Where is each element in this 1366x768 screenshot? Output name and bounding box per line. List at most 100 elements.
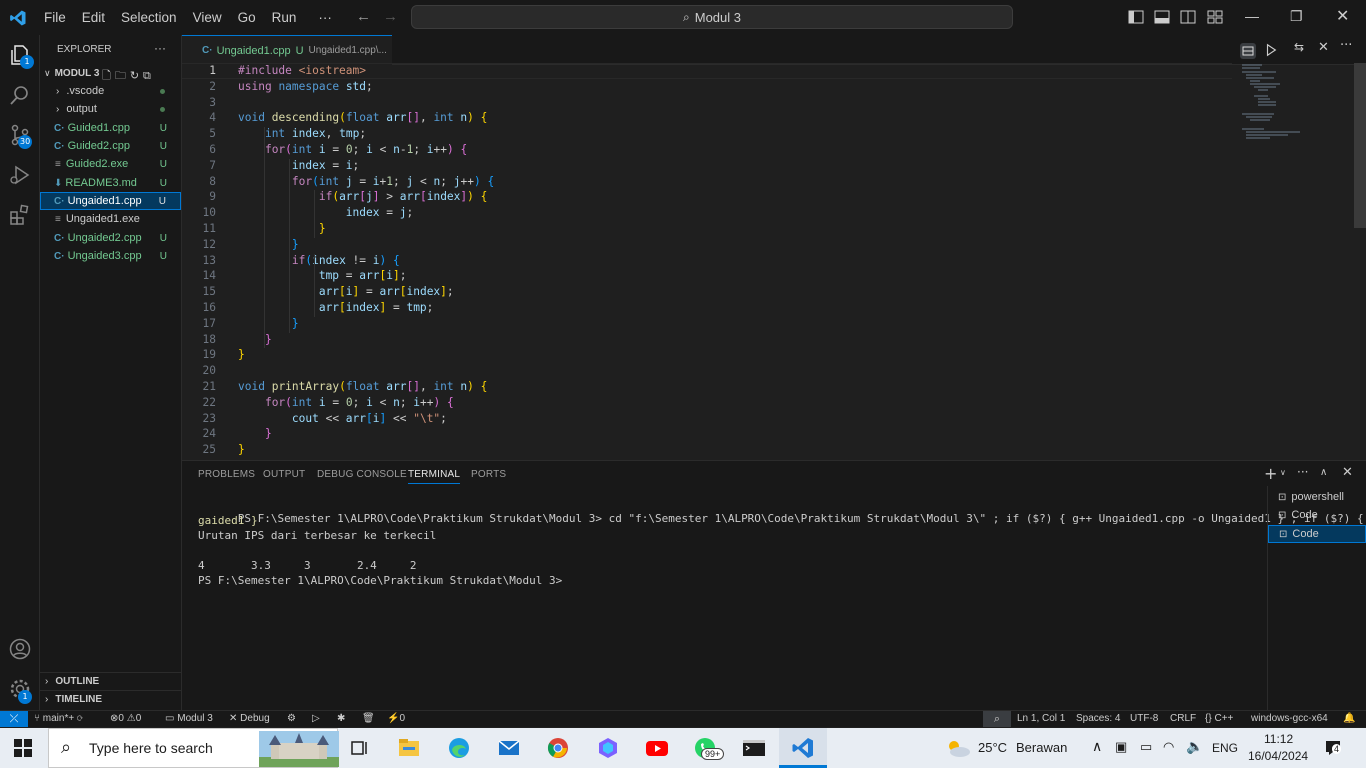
debug-status[interactable]: ✕ Debug bbox=[229, 713, 270, 724]
menu-edit[interactable]: Edit bbox=[74, 10, 113, 25]
list-item[interactable]: C· Ungaided2.cpp U bbox=[40, 229, 181, 247]
account-icon[interactable] bbox=[8, 637, 32, 661]
edge-browser-icon[interactable] bbox=[447, 736, 471, 760]
menu-run[interactable]: Run bbox=[264, 10, 305, 25]
compare-changes-icon[interactable]: ⇆ bbox=[1294, 40, 1304, 54]
extensions-icon[interactable] bbox=[8, 203, 32, 227]
menu-file[interactable]: File bbox=[36, 10, 74, 25]
explorer-more-button[interactable]: ··· bbox=[154, 41, 166, 55]
back-arrow-icon[interactable]: ← bbox=[356, 8, 371, 25]
cpp-config[interactable]: windows-gcc-x64 bbox=[1251, 713, 1328, 724]
close-panel-icon[interactable]: ✕ bbox=[1342, 465, 1353, 480]
show-hidden-icons-chevron-up-icon[interactable]: ∧ bbox=[1092, 738, 1102, 755]
list-item[interactable]: › .vscode bbox=[40, 82, 181, 100]
debug-bug-icon[interactable]: ✱ bbox=[337, 713, 345, 724]
cursor-position[interactable]: Ln 1, Col 1 bbox=[1017, 713, 1065, 724]
list-item[interactable]: ≡ Ungaided1.exe bbox=[40, 210, 181, 228]
weather-cloudy-icon[interactable] bbox=[944, 738, 972, 758]
run-icon[interactable]: ▷ bbox=[312, 713, 320, 724]
cpp-file-icon: C· bbox=[202, 45, 213, 56]
toggle-secondary-sidebar-icon[interactable] bbox=[1180, 9, 1196, 25]
folder-header[interactable]: ∨ MODUL 3 🗋🗀↻⧉ bbox=[40, 64, 181, 83]
tab-ungaided1-cpp[interactable]: C· Ungaided1.cpp U Ungaided1.cpp\... bbox=[182, 35, 392, 65]
task-view-icon[interactable] bbox=[348, 736, 372, 760]
volume-icon[interactable]: 🔈 bbox=[1186, 738, 1203, 755]
tab-debug-console[interactable]: DEBUG CONSOLE bbox=[317, 469, 407, 480]
file-explorer-icon[interactable] bbox=[397, 736, 421, 760]
tab-problems[interactable]: PROBLEMS bbox=[198, 469, 255, 480]
terminal-list-item-selected[interactable]: ⊡ Code bbox=[1268, 525, 1366, 543]
minimize-icon[interactable]: — bbox=[1245, 8, 1259, 24]
menu-go[interactable]: Go bbox=[230, 10, 264, 25]
timeline-section-header[interactable]: › TIMELINE bbox=[40, 690, 181, 708]
customize-layout-icon[interactable] bbox=[1207, 9, 1223, 25]
menu-view[interactable]: View bbox=[185, 10, 230, 25]
list-item[interactable]: ≡ Guided2.exe U bbox=[40, 155, 181, 173]
indentation[interactable]: Spaces: 4 bbox=[1076, 713, 1120, 724]
tab-output[interactable]: OUTPUT bbox=[263, 469, 305, 480]
encoding[interactable]: UTF-8 bbox=[1130, 713, 1158, 724]
terminal-dropdown-icon[interactable]: ∨ bbox=[1280, 468, 1286, 477]
minimap[interactable] bbox=[1240, 63, 1350, 143]
remote-icon[interactable]: ⤫ bbox=[0, 711, 28, 727]
notifications-bell-icon[interactable]: 🔔 bbox=[1343, 713, 1355, 724]
notification-center-icon[interactable]: 4 bbox=[1324, 739, 1342, 757]
command-prompt-icon[interactable] bbox=[742, 736, 766, 760]
tab-terminal[interactable]: TERMINAL bbox=[408, 469, 461, 484]
weather-temp[interactable]: 25°C bbox=[978, 740, 1007, 755]
git-branch[interactable]: ⑂ main*+ ⟳ bbox=[34, 713, 83, 724]
trash-icon[interactable]: 🗑 bbox=[362, 713, 375, 724]
outline-section-header[interactable]: › OUTLINE bbox=[40, 672, 181, 690]
list-item[interactable]: › output bbox=[40, 100, 181, 118]
list-item[interactable]: ⬇ README3.md U bbox=[40, 174, 181, 192]
line-ending[interactable]: CRLF bbox=[1170, 713, 1196, 724]
toggle-panel-icon[interactable] bbox=[1154, 9, 1170, 25]
menu-more[interactable]: ··· bbox=[310, 10, 340, 25]
search-icon[interactable] bbox=[8, 83, 32, 107]
taskbar-search[interactable]: ⌕ Type here to search bbox=[48, 728, 339, 768]
windows-start-icon[interactable] bbox=[14, 739, 32, 757]
maximize-panel-icon[interactable]: ∧ bbox=[1320, 467, 1327, 478]
tab-ports[interactable]: PORTS bbox=[471, 469, 506, 480]
editor-scrollbar[interactable] bbox=[1354, 63, 1366, 228]
zoom-search-icon[interactable]: ⌕ bbox=[983, 711, 1011, 727]
list-item[interactable]: C· Guided1.cpp U bbox=[40, 119, 181, 137]
toggle-sidebar-icon[interactable] bbox=[1128, 9, 1144, 25]
list-item-label: Guided2.cpp bbox=[67, 140, 130, 152]
close-window-icon[interactable]: ✕ bbox=[1336, 6, 1349, 26]
meet-now-icon[interactable]: ▣ bbox=[1115, 739, 1127, 755]
forward-arrow-icon[interactable]: → bbox=[383, 8, 398, 25]
youtube-icon[interactable] bbox=[645, 736, 669, 760]
list-item[interactable]: C· Guided2.cpp U bbox=[40, 137, 181, 155]
copilot-icon[interactable] bbox=[596, 736, 620, 760]
weather-text[interactable]: Berawan bbox=[1016, 740, 1067, 755]
split-editor-toggle-icon[interactable] bbox=[1240, 43, 1256, 59]
battery-icon[interactable]: ▭ bbox=[1140, 739, 1152, 755]
clock-date[interactable]: 16/04/2024 bbox=[1248, 749, 1308, 763]
new-terminal-plus-icon[interactable]: + bbox=[1264, 464, 1277, 483]
problems-status[interactable]: ⊗0 ⚠0 bbox=[110, 713, 141, 724]
menu-selection[interactable]: Selection bbox=[113, 10, 185, 25]
command-center[interactable]: ⌕ Modul 3 bbox=[411, 5, 1013, 29]
list-item[interactable]: C· Ungaided3.cpp U bbox=[40, 247, 181, 265]
mail-icon[interactable] bbox=[497, 736, 521, 760]
editor-more-button[interactable]: ··· bbox=[1340, 38, 1352, 53]
vscode-taskbar-button[interactable] bbox=[779, 728, 827, 768]
run-debug-icon[interactable] bbox=[8, 163, 32, 187]
language-mode[interactable]: {} C++ bbox=[1205, 713, 1233, 724]
close-editor-icon[interactable]: ✕ bbox=[1318, 40, 1329, 55]
input-language[interactable]: ENG bbox=[1212, 741, 1238, 755]
list-item-selected[interactable]: C· Ungaided1.cpp U bbox=[40, 192, 181, 210]
code-editor[interactable]: 1 #include <iostream> 2 using namespace std… bbox=[182, 63, 1232, 460]
terminal-list-item[interactable]: ⊡ Code bbox=[1268, 506, 1366, 524]
wifi-icon[interactable]: ◠ bbox=[1163, 739, 1174, 755]
ports-status[interactable]: ⚡0 bbox=[387, 713, 405, 724]
panel-more-button[interactable]: ··· bbox=[1297, 465, 1308, 479]
folder-status[interactable]: ▭ Modul 3 bbox=[165, 713, 213, 724]
restore-icon[interactable]: ❐ bbox=[1290, 8, 1303, 25]
build-gear-icon[interactable]: ⚙ bbox=[287, 713, 296, 724]
clock-time[interactable]: 11:12 bbox=[1264, 732, 1293, 746]
terminal-list-item[interactable]: ⊡ powershell bbox=[1268, 488, 1366, 506]
chrome-icon[interactable] bbox=[546, 736, 570, 760]
run-file-icon[interactable] bbox=[1264, 43, 1278, 57]
